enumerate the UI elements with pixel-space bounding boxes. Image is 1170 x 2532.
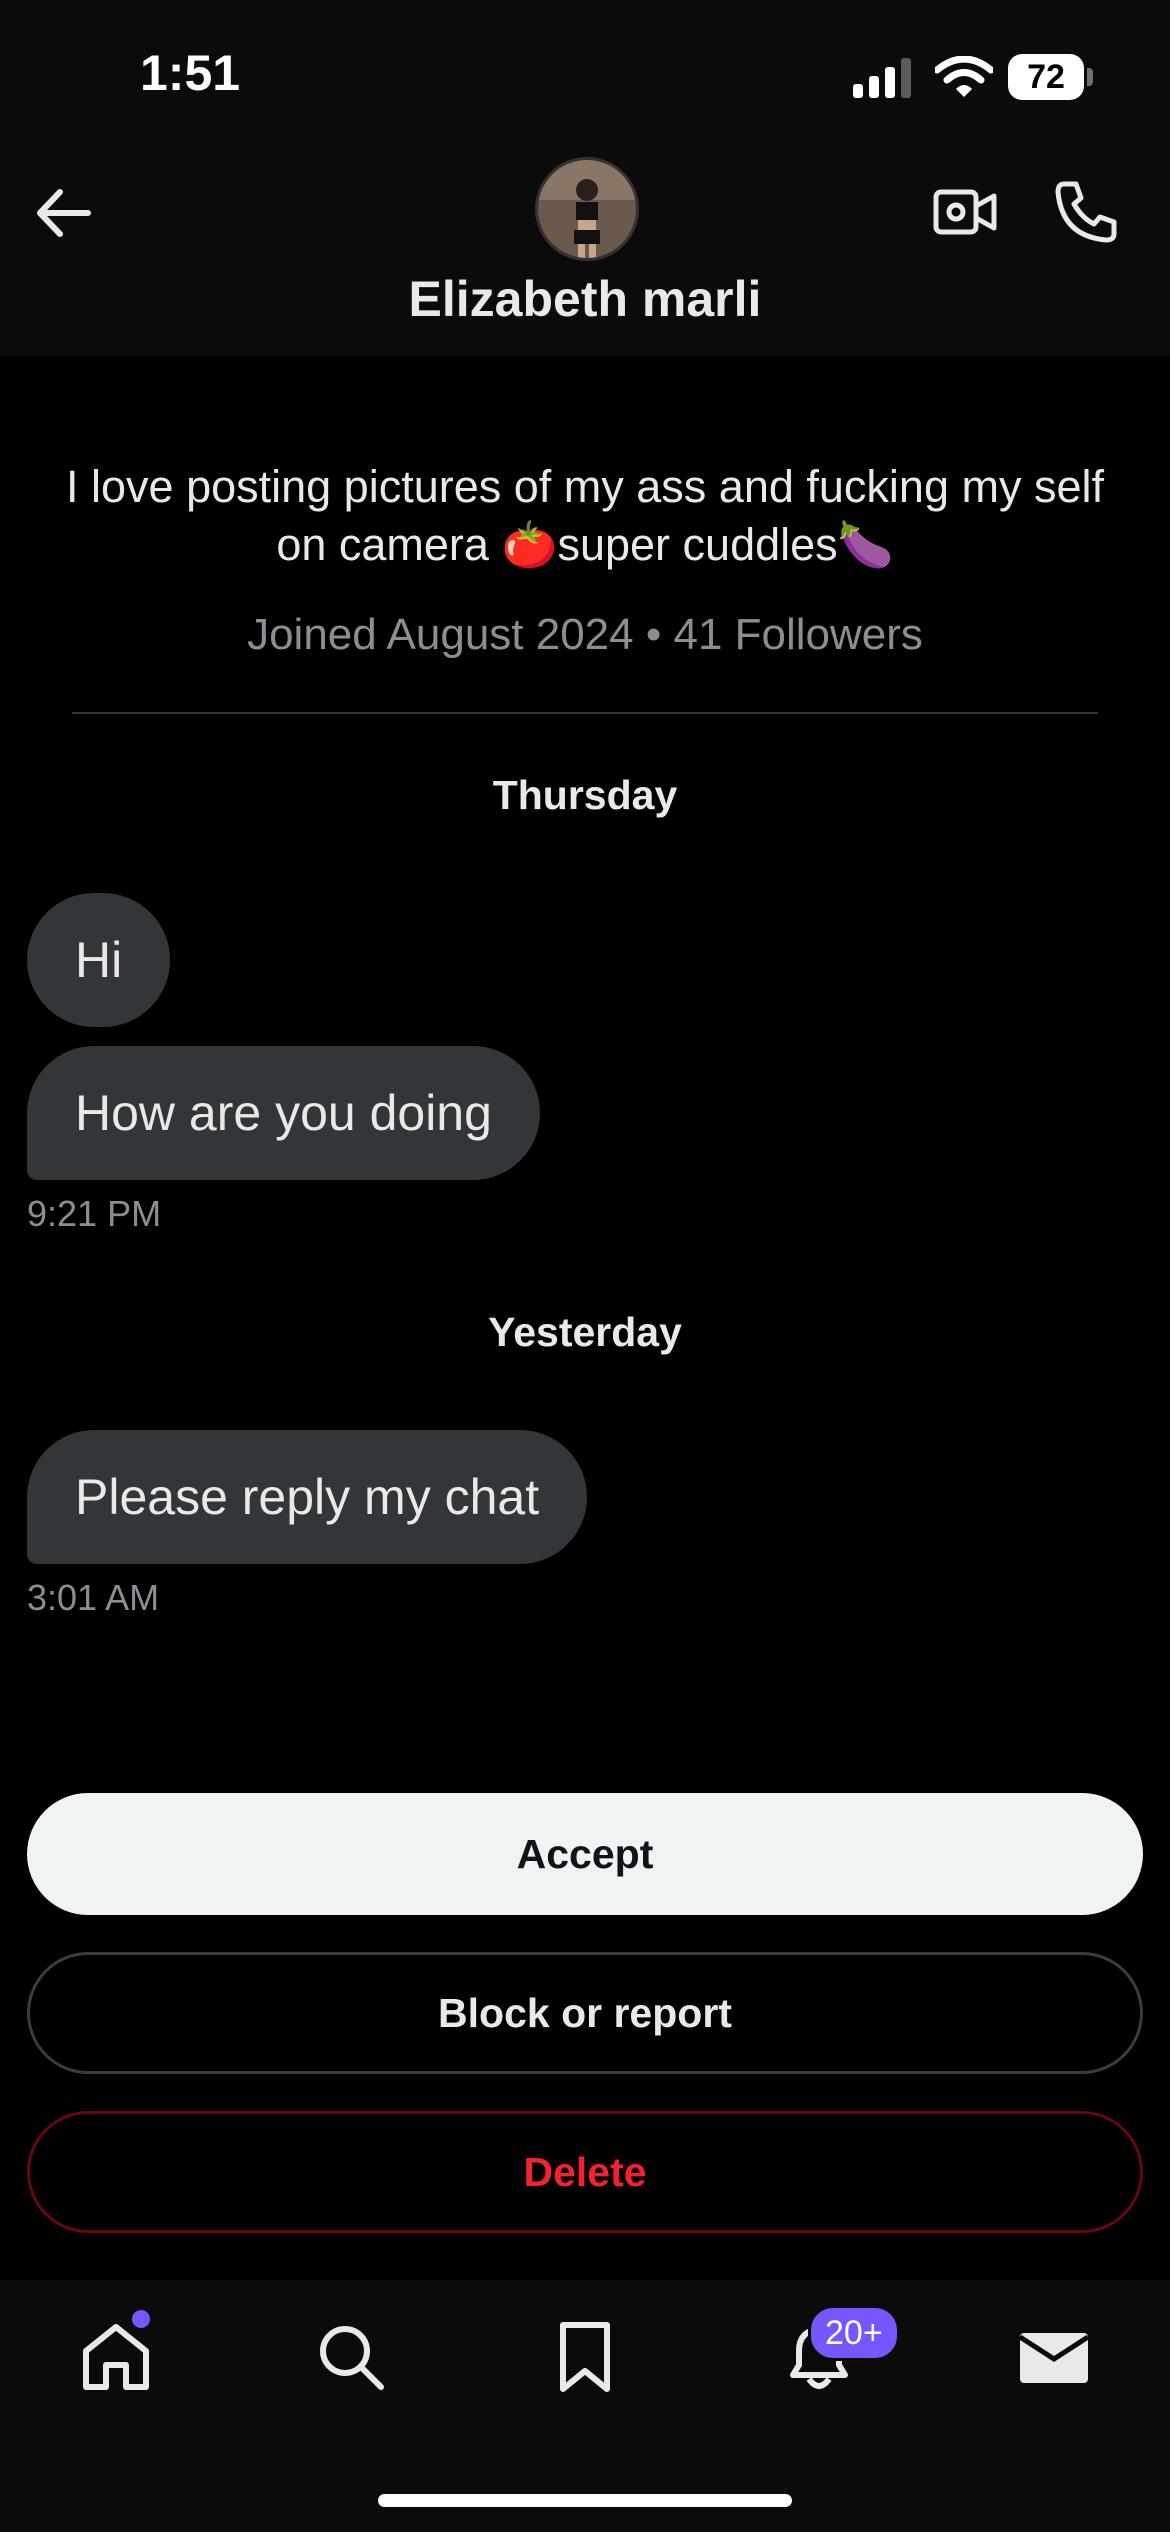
message-timestamp: 3:01 AM [27, 1577, 160, 1618]
status-time: 1:51 [140, 45, 241, 101]
day-label: Thursday [492, 772, 678, 818]
divider [72, 712, 1098, 714]
delete-button[interactable]: Delete [27, 2111, 1143, 2233]
block-or-report-button[interactable]: Block or report [27, 1952, 1143, 2074]
day-label: Yesterday [488, 1309, 682, 1355]
wifi-icon [935, 56, 993, 97]
profile-meta: Joined August 2024 • 41 Followers [247, 610, 923, 659]
message-timestamp: 9:21 PM [27, 1193, 162, 1234]
bookmark-icon[interactable] [545, 2317, 625, 2397]
messages-icon[interactable] [1014, 2317, 1094, 2397]
battery-nub [1087, 68, 1093, 86]
video-call-icon[interactable] [930, 176, 1002, 248]
notifications-badge: 20+ [808, 2305, 900, 2361]
profile-bio: I love posting pictures of my ass and fu… [66, 461, 1104, 570]
home-icon[interactable] [76, 2317, 156, 2397]
message-bubble[interactable]: How are you doing [27, 1046, 540, 1180]
avatar[interactable] [535, 157, 639, 261]
back-arrow-icon[interactable] [30, 178, 100, 248]
home-unread-dot [132, 2310, 150, 2328]
search-icon[interactable] [311, 2317, 391, 2397]
battery-indicator: 72 [1008, 54, 1084, 100]
message-bubble[interactable]: Hi [27, 893, 171, 1027]
phone-call-icon[interactable] [1050, 176, 1122, 248]
message-bubble[interactable]: Please reply my chat [27, 1430, 588, 1564]
home-indicator [378, 2494, 792, 2507]
accept-button[interactable]: Accept [27, 1793, 1143, 1915]
avatar-image [538, 160, 636, 258]
contact-name[interactable]: Elizabeth marli [0, 270, 1170, 328]
signal-icon [853, 58, 911, 98]
